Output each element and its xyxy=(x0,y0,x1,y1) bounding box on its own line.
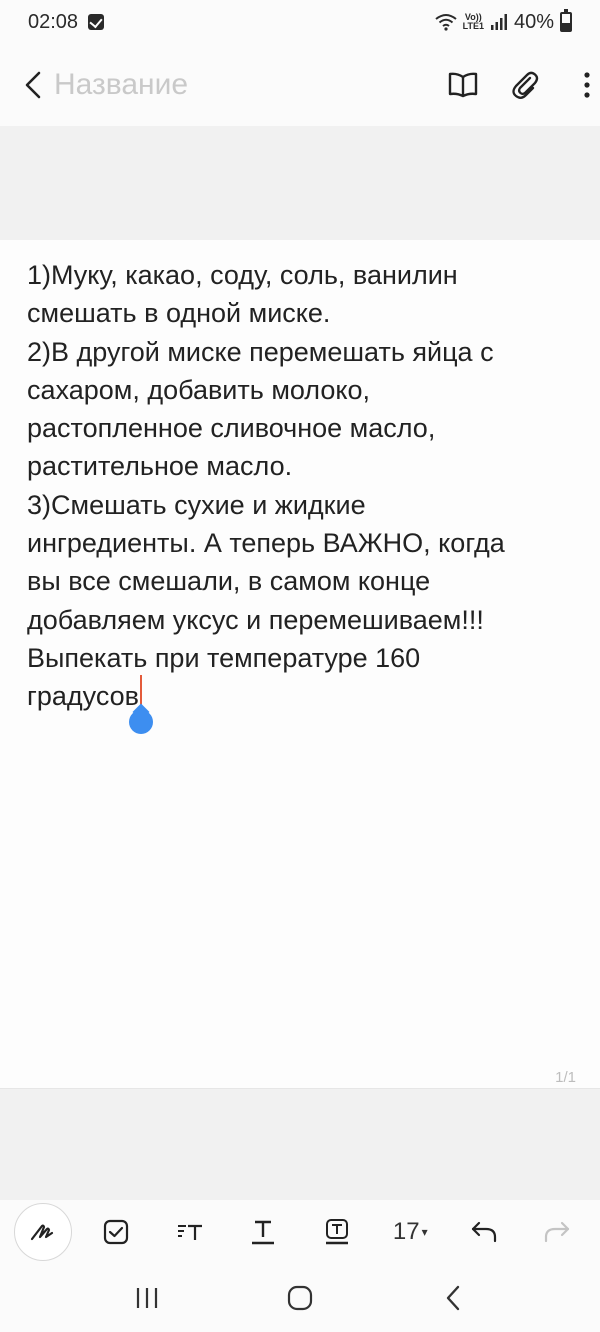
attach-button[interactable] xyxy=(504,64,546,106)
text-box-icon xyxy=(325,1219,348,1245)
chevron-left-icon xyxy=(25,71,41,99)
wifi-icon xyxy=(435,14,457,31)
note-text[interactable]: 1)Муку, какао, соду, соль, ванилин смеша… xyxy=(27,256,577,735)
font-style-button[interactable] xyxy=(234,1203,292,1261)
title-input[interactable] xyxy=(44,55,442,115)
text-style-button[interactable] xyxy=(161,1203,219,1261)
editing-toolbar: 17 ▾ xyxy=(0,1200,600,1264)
font-size-value: 17 xyxy=(392,1218,420,1245)
underline-text-icon xyxy=(252,1220,275,1245)
status-right: Vo)) LTE1 40% xyxy=(435,9,572,34)
header-actions xyxy=(442,64,600,106)
text-style-icon xyxy=(177,1224,202,1240)
chevron-down-icon: ▾ xyxy=(421,1225,428,1239)
recents-icon xyxy=(136,1288,157,1308)
note-line: добавляем уксус и перемешиваем!!! xyxy=(27,604,484,635)
pen-icon xyxy=(30,1224,53,1241)
status-time: 02:08 xyxy=(28,10,79,33)
note-line: 3)Смешать сухие и жидкие xyxy=(27,489,366,520)
paperclip-icon xyxy=(512,71,539,99)
redo-icon xyxy=(545,1221,570,1243)
note-line: сахаром, добавить молоко, xyxy=(27,374,371,405)
note-line: ингредиенты. А теперь ВАЖНО, когда xyxy=(27,528,505,559)
recents-button[interactable] xyxy=(117,1268,177,1328)
undo-icon xyxy=(471,1221,496,1243)
note-line: Выпекать при температуре 160 xyxy=(27,642,421,673)
note-line-last: градусов xyxy=(27,675,577,735)
text-cursor xyxy=(129,675,153,735)
battery-icon xyxy=(560,9,572,32)
redo-button[interactable] xyxy=(528,1203,586,1261)
checkbox-icon xyxy=(104,1219,129,1245)
system-navigation-bar xyxy=(0,1264,600,1332)
nav-back-icon xyxy=(447,1285,460,1311)
app-header xyxy=(0,44,600,126)
font-size-selector[interactable]: 17 ▾ xyxy=(381,1203,439,1261)
book-icon xyxy=(448,72,478,98)
cursor-handle[interactable] xyxy=(129,710,153,735)
checkbox-button[interactable] xyxy=(87,1203,145,1261)
top-panel xyxy=(0,126,600,240)
more-options-button[interactable] xyxy=(566,64,600,106)
home-button[interactable] xyxy=(270,1268,330,1328)
bottom-panel xyxy=(0,1088,600,1200)
note-line: 2)В другой миске перемешать яйца с xyxy=(27,336,494,367)
reading-mode-button[interactable] xyxy=(442,64,484,106)
more-vertical-icon xyxy=(584,72,590,98)
note-line: растопленное сливочное масло, xyxy=(27,413,436,444)
status-bar: 02:08 Vo)) LTE1 40% xyxy=(0,0,600,44)
note-editor[interactable]: 1)Муку, какао, соду, соль, ванилин смеша… xyxy=(0,240,600,1088)
home-icon xyxy=(287,1285,313,1311)
pen-mode-button[interactable] xyxy=(13,1203,72,1261)
status-left: 02:08 xyxy=(28,10,105,34)
note-line: растительное масло. xyxy=(27,451,293,482)
page-counter: 1/1 xyxy=(555,1069,576,1086)
battery-percent: 40% xyxy=(513,10,554,33)
note-line: 1)Муку, какао, соду, соль, ванилин xyxy=(27,260,458,290)
note-line-text: градусов xyxy=(27,681,139,712)
nav-back-button[interactable] xyxy=(423,1268,483,1328)
network-type: Vo)) LTE1 xyxy=(463,13,484,31)
network-lte-label: LTE1 xyxy=(462,21,484,31)
note-line: смешать в одной миске. xyxy=(27,298,331,329)
signal-icon xyxy=(490,14,507,30)
checkbox-notification-icon xyxy=(88,14,105,30)
undo-button[interactable] xyxy=(455,1203,513,1261)
note-line: вы все смешали, в самом конце xyxy=(27,566,431,597)
text-box-button[interactable] xyxy=(308,1203,366,1261)
back-button[interactable] xyxy=(22,55,44,115)
